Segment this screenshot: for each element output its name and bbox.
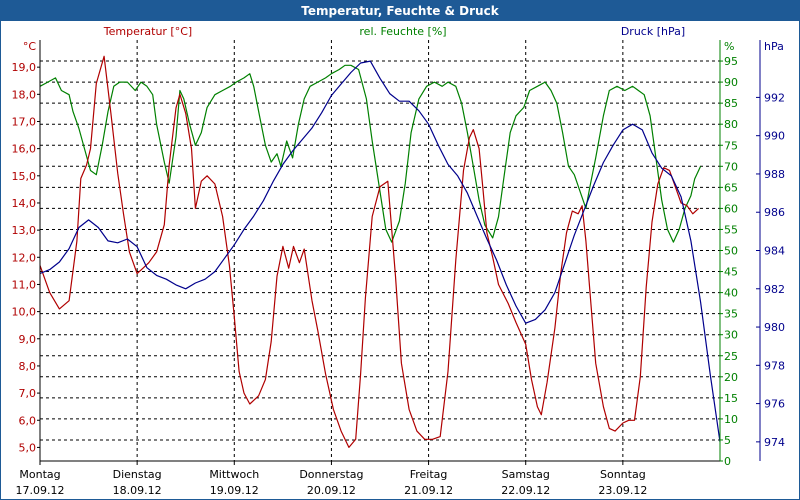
- temp-tick-label: 16,0: [12, 143, 37, 156]
- hum-tick-label: 95: [724, 55, 738, 68]
- x-tick-label-date: 19.09.12: [210, 484, 259, 497]
- temp-tick-label: 11,0: [12, 278, 37, 291]
- press-axis-title: Druck [hPa]: [621, 25, 685, 38]
- series-lines: [39, 55, 721, 448]
- x-tick-label-date: 18.09.12: [113, 484, 162, 497]
- temp-tick-label: 19,0: [12, 61, 37, 74]
- temp-tick-label: 7,0: [19, 387, 37, 400]
- hum-tick-label: 45: [724, 266, 738, 279]
- temp-tick-label: 6,0: [19, 414, 37, 427]
- temp-tick-label: 9,0: [19, 333, 37, 346]
- temp-tick-label: 14,0: [12, 197, 37, 210]
- temp-tick-label: 18,0: [12, 88, 37, 101]
- chart-canvas: 5,0 6,0 7,0 8,0 9,0 10,0 11,0 12,0 13,0 14,0 15,0 1…: [12, 25, 786, 497]
- temp-tick-label: 10,0: [12, 306, 37, 319]
- hum-tick-label: 5: [724, 434, 731, 447]
- x-tick-label-day: Dienstag: [113, 468, 162, 481]
- grid-lines: [40, 40, 720, 461]
- temp-axis-title: Temperatur [°C]: [103, 25, 192, 38]
- hum-tick-label: 35: [724, 308, 738, 321]
- press-tick-label: 986: [764, 206, 785, 219]
- x-tick-label-date: 20.09.12: [307, 484, 356, 497]
- hum-tick-label: 70: [724, 160, 738, 173]
- temp-unit-label: °C: [23, 40, 37, 53]
- hum-tick-label: 20: [724, 371, 738, 384]
- x-tick-label-day: Samstag: [502, 468, 550, 481]
- press-tick-label: 984: [764, 245, 785, 258]
- series-line-temp: [39, 55, 700, 448]
- x-tick-label-day: Donnerstag: [299, 468, 363, 481]
- temp-tick-label: 15,0: [12, 170, 37, 183]
- hum-tick-label: 55: [724, 223, 738, 236]
- hum-tick-label: 75: [724, 139, 738, 152]
- press-tick-label: 982: [764, 283, 785, 296]
- temp-tick-label: 13,0: [12, 224, 37, 237]
- hum-tick-label: 65: [724, 181, 738, 194]
- hum-tick-label: 25: [724, 350, 738, 363]
- temp-tick-label: 12,0: [12, 251, 37, 264]
- x-tick-label-date: 23.09.12: [598, 484, 647, 497]
- hum-axis-title: rel. Feuchte [%]: [359, 25, 446, 38]
- press-tick-label: 974: [764, 436, 785, 449]
- hum-tick-label: 30: [724, 329, 738, 342]
- press-tick-label: 992: [764, 91, 785, 104]
- hum-tick-label: 85: [724, 97, 738, 110]
- press-unit-label: hPa: [764, 40, 784, 53]
- hum-unit-label: %: [724, 40, 734, 53]
- press-tick-label: 990: [764, 130, 785, 143]
- hum-tick-label: 15: [724, 392, 738, 405]
- axes: [37, 40, 761, 465]
- temp-tick-label: 5,0: [19, 441, 37, 454]
- axis-labels: 5,0 6,0 7,0 8,0 9,0 10,0 11,0 12,0 13,0 14,0 15,0 1…: [12, 25, 786, 497]
- x-tick-label-day: Mittwoch: [209, 468, 259, 481]
- hum-tick-label: 10: [724, 413, 738, 426]
- series-line-press: [39, 60, 721, 442]
- hum-tick-label: 80: [724, 118, 738, 131]
- press-tick-label: 978: [764, 359, 785, 372]
- x-tick-label-date: 22.09.12: [501, 484, 550, 497]
- x-tick-label-day: Freitag: [410, 468, 448, 481]
- hum-tick-label: 50: [724, 245, 738, 258]
- hum-tick-label: 90: [724, 76, 738, 89]
- hum-tick-label: 60: [724, 202, 738, 215]
- press-tick-label: 976: [764, 398, 785, 411]
- press-tick-label: 980: [764, 321, 785, 334]
- series-line-hum: [39, 64, 702, 243]
- x-tick-label-day: Sonntag: [600, 468, 646, 481]
- x-tick-label-date: 21.09.12: [404, 484, 453, 497]
- x-tick-label-day: Montag: [19, 468, 60, 481]
- press-tick-label: 988: [764, 168, 785, 181]
- hum-tick-label: 40: [724, 287, 738, 300]
- hum-tick-label: 0: [724, 455, 731, 468]
- temp-tick-label: 8,0: [19, 360, 37, 373]
- temp-tick-label: 17,0: [12, 115, 37, 128]
- x-tick-label-date: 17.09.12: [16, 484, 65, 497]
